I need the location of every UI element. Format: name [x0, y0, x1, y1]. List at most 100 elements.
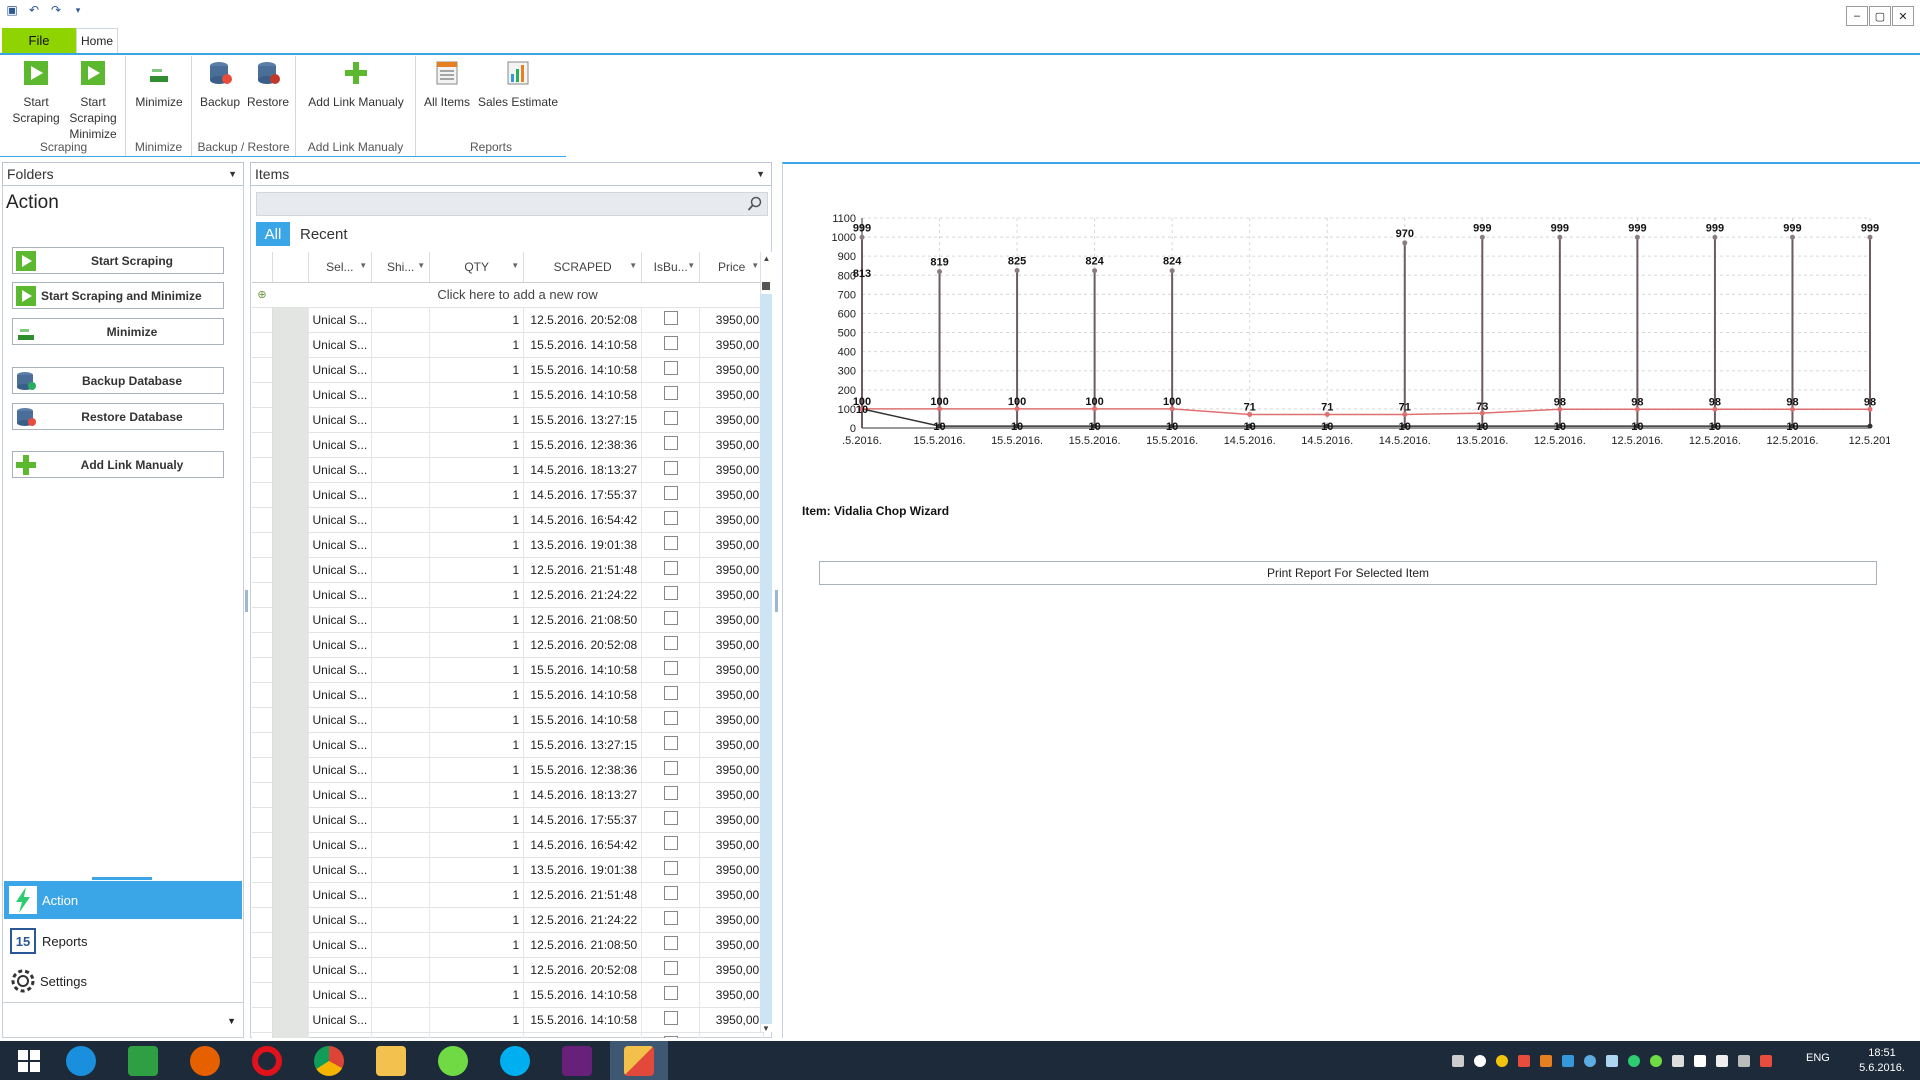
- cell-scraped[interactable]: 15.5.2016. 14:10:58: [523, 357, 643, 383]
- cell-price[interactable]: 3950,00: [699, 482, 765, 508]
- table-row[interactable]: Unical S... 1 12.5.2016. 21:08:50 3950,00: [252, 607, 765, 633]
- taskbar-opera[interactable]: [238, 1041, 296, 1080]
- row-selector[interactable]: [252, 732, 273, 758]
- cell-shi[interactable]: [371, 482, 431, 508]
- tray-icon[interactable]: [1562, 1055, 1574, 1067]
- cell-sel[interactable]: Unical S...: [308, 382, 373, 408]
- row-selector[interactable]: [252, 532, 273, 558]
- cell-price[interactable]: 3950,00: [699, 1007, 765, 1033]
- tray-icon[interactable]: [1518, 1055, 1530, 1067]
- grid-scrollbar-track[interactable]: [760, 294, 772, 1024]
- cell-sel[interactable]: Unical S...: [308, 557, 373, 583]
- cell-isbuy[interactable]: [641, 857, 701, 883]
- restore-database-button[interactable]: Restore Database: [12, 403, 224, 430]
- cell-isbuy[interactable]: [641, 382, 701, 408]
- cell-scraped[interactable]: 12.5.2016. 21:08:50: [523, 607, 643, 633]
- cell-shi[interactable]: [371, 507, 431, 533]
- table-row[interactable]: Unical S... 115.5.2016. 14:10:58 3950,00: [252, 357, 765, 383]
- checkbox[interactable]: [663, 661, 678, 675]
- cell-price[interactable]: 3950,00: [699, 882, 765, 908]
- left-splitter[interactable]: [245, 590, 248, 612]
- checkbox[interactable]: [663, 311, 678, 325]
- tray-icon[interactable]: [1496, 1055, 1508, 1067]
- checkbox[interactable]: [663, 386, 678, 400]
- cell-qty[interactable]: 1: [429, 457, 525, 483]
- add-link-manualy-button[interactable]: Add Link Manualy: [12, 451, 224, 478]
- table-row[interactable]: Unical S... 115.5.2016. 14:10:58 3950,00: [252, 982, 765, 1008]
- tray-icon[interactable]: [1452, 1055, 1464, 1067]
- table-row[interactable]: Unical S... 1 13.5.2016. 19:01:38 3950,00: [252, 532, 765, 558]
- cell-isbuy[interactable]: [641, 682, 701, 708]
- taskbar-upwork[interactable]: [424, 1041, 482, 1080]
- cell-scraped[interactable]: 12.5.2016. 21:51:48: [523, 882, 643, 908]
- cell-shi[interactable]: [371, 657, 431, 683]
- table-row[interactable]: Unical S... 1 14.5.2016. 16:54:42 3950,00: [252, 507, 765, 533]
- cell-isbuy[interactable]: [641, 582, 701, 608]
- cell-shi[interactable]: [371, 1007, 431, 1033]
- row-selector[interactable]: [252, 832, 273, 858]
- undo-icon[interactable]: ↶: [26, 2, 42, 18]
- cell-qty[interactable]: 1: [429, 582, 525, 608]
- row-selector[interactable]: [252, 432, 273, 458]
- cell-price[interactable]: 3950,00: [699, 982, 765, 1008]
- cell-shi[interactable]: [371, 807, 431, 833]
- minimize-ribbon-button[interactable]: Minimize: [130, 60, 188, 110]
- cell-shi[interactable]: [371, 882, 431, 908]
- cell-scraped[interactable]: 15.5.2016. 12:38:36: [523, 432, 643, 458]
- cell-sel[interactable]: Unical S...: [308, 482, 373, 508]
- row-selector[interactable]: [252, 1007, 273, 1033]
- scroll-down-icon[interactable]: ▼: [760, 1024, 772, 1033]
- cell-qty[interactable]: 1: [429, 382, 525, 408]
- table-row[interactable]: Unical S... 115.5.2016. 14:10:58 3950,00: [252, 682, 765, 708]
- row-selector[interactable]: [252, 957, 273, 983]
- cell-qty[interactable]: 1: [429, 757, 525, 783]
- cell-shi[interactable]: [371, 582, 431, 608]
- cell-price[interactable]: 3950,00: [699, 857, 765, 883]
- table-row[interactable]: Unical S... 1 14.5.2016. 17:55:37 3950,00: [252, 482, 765, 508]
- column-header-qty[interactable]: QTY ▼: [429, 252, 525, 283]
- table-row[interactable]: Unical S... 1 13.5.2016. 19:01:38 3950,00: [252, 857, 765, 883]
- cell-shi[interactable]: [371, 832, 431, 858]
- row-selector[interactable]: [252, 782, 273, 808]
- row-selector[interactable]: [252, 882, 273, 908]
- cell-scraped[interactable]: 14.5.2016. 17:55:37: [523, 482, 643, 508]
- table-row[interactable]: Unical S... 1 12.5.2016. 20:52:08 3950,00: [252, 307, 765, 333]
- cell-price[interactable]: 3950,00: [699, 932, 765, 958]
- checkbox[interactable]: [663, 411, 678, 425]
- row-selector[interactable]: [252, 907, 273, 933]
- cell-qty[interactable]: 1: [429, 682, 525, 708]
- checkbox[interactable]: [663, 486, 678, 500]
- cell-scraped[interactable]: 14.5.2016. 18:13:27: [523, 457, 643, 483]
- checkbox[interactable]: [663, 586, 678, 600]
- cell-qty[interactable]: 1: [429, 957, 525, 983]
- cell-shi[interactable]: [371, 307, 431, 333]
- cell-scraped[interactable]: 12.5.2016. 20:52:08: [523, 307, 643, 333]
- cell-shi[interactable]: [371, 332, 431, 358]
- cell-scraped[interactable]: 15.5.2016. 14:10:58: [523, 982, 643, 1008]
- cell-shi[interactable]: [371, 632, 431, 658]
- cell-qty[interactable]: 1: [429, 807, 525, 833]
- cell-isbuy[interactable]: [641, 332, 701, 358]
- cell-scraped[interactable]: 15.5.2016. 14:10:58: [523, 382, 643, 408]
- cell-scraped[interactable]: 14.5.2016. 16:54:42: [523, 507, 643, 533]
- cell-sel[interactable]: Unical S...: [308, 682, 373, 708]
- cell-isbuy[interactable]: [641, 607, 701, 633]
- cell-qty[interactable]: 1: [429, 432, 525, 458]
- cell-sel[interactable]: Unical S...: [308, 1032, 373, 1038]
- cell-price[interactable]: 3950,00: [699, 832, 765, 858]
- table-row[interactable]: Unical S... 115.5.2016. 14:10:58 3950,00: [252, 1032, 765, 1038]
- column-header-isbuy[interactable]: IsBu... ▼: [641, 252, 701, 283]
- tray-icon[interactable]: [1606, 1055, 1618, 1067]
- cell-scraped[interactable]: 14.5.2016. 18:13:27: [523, 782, 643, 808]
- cell-price[interactable]: 3950,00: [699, 457, 765, 483]
- cell-qty[interactable]: 1: [429, 982, 525, 1008]
- nav-settings[interactable]: Settings: [4, 962, 242, 1000]
- table-row[interactable]: Unical S... 1 12.5.2016. 21:51:48 3950,00: [252, 882, 765, 908]
- cell-isbuy[interactable]: [641, 432, 701, 458]
- checkbox[interactable]: [663, 986, 678, 1000]
- cell-scraped[interactable]: 15.5.2016. 12:38:36: [523, 757, 643, 783]
- table-row[interactable]: Unical S... 1 14.5.2016. 16:54:42 3950,00: [252, 832, 765, 858]
- cell-scraped[interactable]: 15.5.2016. 14:10:58: [523, 332, 643, 358]
- column-header-price[interactable]: Price ▼: [699, 252, 765, 283]
- cell-qty[interactable]: 1: [429, 532, 525, 558]
